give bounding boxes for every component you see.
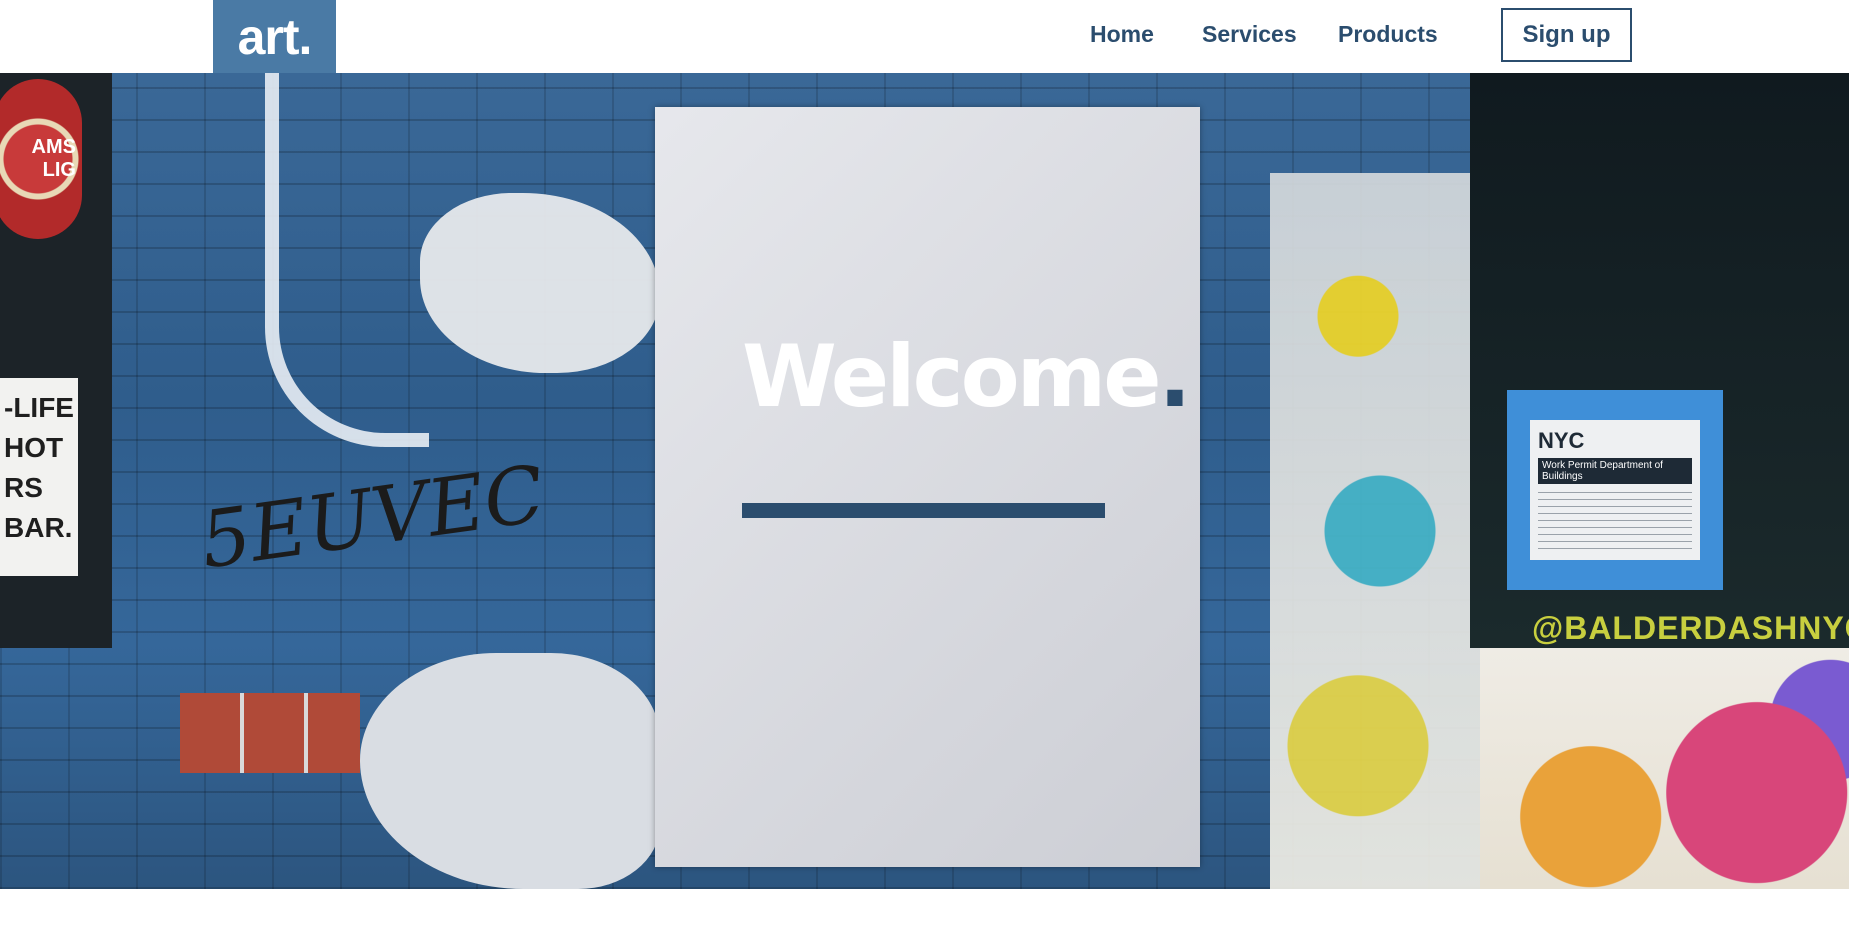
red-brick-patch <box>180 693 360 773</box>
left-sign-line: BAR. <box>4 512 73 543</box>
navbar: art. Home Services Products Sign up <box>0 0 1849 73</box>
left-poster-sign: -LIFE HOT RS BAR. <box>0 378 78 576</box>
nav-services-link[interactable]: Services <box>1202 21 1297 48</box>
permit-text-lines <box>1538 492 1692 552</box>
permit-subtitle: Work Permit Department of Buildings <box>1538 458 1692 484</box>
left-sign-line: -LIFE <box>4 392 74 423</box>
blank-poster <box>655 107 1200 867</box>
wall-tag: @BALDERDASHNYC <box>1532 610 1849 646</box>
colorful-mural <box>1480 648 1849 889</box>
white-paint-stroke <box>265 73 429 447</box>
signup-button[interactable]: Sign up <box>1501 8 1632 62</box>
welcome-dot: . <box>1158 327 1192 427</box>
permit-title: NYC <box>1538 428 1585 453</box>
left-sign-line: HOT <box>4 432 64 463</box>
welcome-heading: Welcome. <box>742 327 1191 427</box>
nav-home-link[interactable]: Home <box>1090 21 1154 48</box>
welcome-underline <box>742 503 1105 518</box>
welcome-text: Welcome <box>742 327 1162 427</box>
amstel-sign-line: LIG <box>42 159 76 181</box>
nav-products-link[interactable]: Products <box>1338 21 1438 48</box>
amstel-sign-line: AMS <box>31 136 76 158</box>
work-permit-sign: NYC Work Permit Department of Buildings <box>1507 390 1723 590</box>
left-sign-line: RS <box>4 472 43 503</box>
hero-section: AMS LIG -LIFE HOT RS BAR. 5EUVEC NYC Wor… <box>0 73 1849 889</box>
amstel-sign: AMS LIG <box>0 79 82 239</box>
mural-paint <box>1270 173 1490 889</box>
site-logo[interactable]: art. <box>213 0 336 73</box>
